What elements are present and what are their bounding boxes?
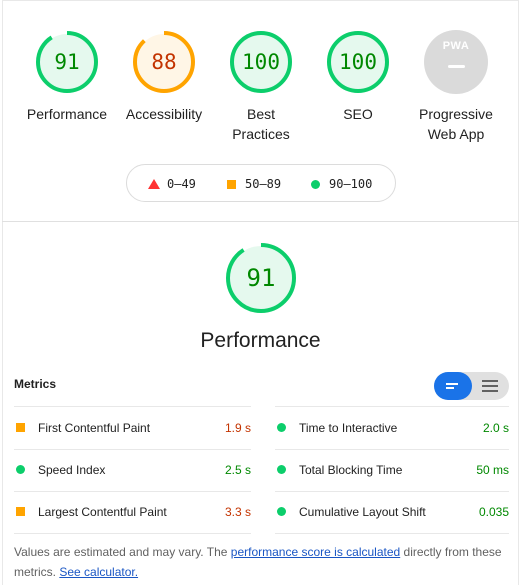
metric-time-to-interactive[interactable]: Time to Interactive 2.0 s: [275, 407, 509, 449]
pwa-badge-icon: PWA: [424, 30, 488, 94]
gauge-label-line: Practices: [232, 126, 290, 142]
gauge-label: Progressive Web App: [406, 104, 506, 144]
metric-name: Largest Contentful Paint: [38, 505, 167, 519]
performance-gauge: 91: [225, 242, 297, 314]
metrics-footnote: Values are estimated and may vary. The p…: [14, 542, 509, 582]
legend-pass-range: 90–100: [329, 177, 373, 191]
metrics-heading: Metrics: [14, 377, 57, 391]
metric-value: 2.0 s: [482, 421, 509, 435]
gauge-label-line: Progressive: [419, 106, 493, 122]
footnote-text: Values are estimated and may vary. The: [14, 545, 231, 559]
metric-name: Speed Index: [38, 463, 106, 477]
metric-largest-contentful-paint[interactable]: Largest Contentful Paint 3.3 s: [14, 491, 251, 533]
metric-value: 1.9 s: [224, 421, 251, 435]
metric-cumulative-layout-shift[interactable]: Cumulative Layout Shift 0.035: [275, 491, 509, 533]
square-icon: [227, 180, 236, 189]
gauge-pwa[interactable]: PWA Progressive Web App: [406, 30, 506, 144]
metric-value: 3.3 s: [224, 505, 251, 519]
expanded-view-button[interactable]: [472, 372, 509, 400]
metric-divider: [275, 533, 509, 534]
category-gauges: 91 Performance 88 Accessibility 100 Best…: [0, 30, 521, 150]
score-scale-legend: 0–49 50–89 90–100: [126, 164, 396, 202]
gauge-seo[interactable]: 100 SEO: [308, 30, 408, 124]
section-divider: [2, 221, 519, 222]
gauge-label: Best Practices: [211, 104, 311, 144]
metric-value: 0.035: [478, 505, 509, 519]
triangle-icon: [148, 179, 160, 189]
gauge-accessibility[interactable]: 88 Accessibility: [114, 30, 214, 124]
score-calculated-link[interactable]: performance score is calculated: [231, 545, 400, 559]
metric-name: First Contentful Paint: [38, 421, 151, 435]
metric-divider: [14, 533, 251, 534]
metric-value: 2.5 s: [224, 463, 251, 477]
compact-view-button[interactable]: [434, 372, 472, 400]
performance-title: Performance: [200, 329, 321, 352]
expanded-lines-icon: [482, 380, 498, 392]
metric-first-contentful-paint[interactable]: First Contentful Paint 1.9 s: [14, 407, 251, 449]
metrics-view-toggle: [434, 372, 509, 400]
gauge-label: Performance: [26, 106, 108, 122]
metric-name: Total Blocking Time: [299, 463, 403, 477]
metric-name: Cumulative Layout Shift: [299, 505, 426, 519]
gauge-score: 100: [339, 50, 377, 74]
see-calculator-link[interactable]: See calculator.: [59, 565, 138, 579]
gauge-score: 91: [54, 50, 80, 74]
gauge-best-practices[interactable]: 100 Best Practices: [211, 30, 311, 144]
metric-value: 50 ms: [476, 463, 509, 477]
compact-lines-icon: [446, 381, 462, 391]
metric-total-blocking-time[interactable]: Total Blocking Time 50 ms: [275, 449, 509, 491]
performance-score: 91: [246, 264, 276, 292]
gauge-label-line: Web App: [427, 126, 485, 142]
gauge-label-line: Best: [246, 106, 275, 122]
pwa-dash-icon: [448, 65, 465, 68]
metric-name: Time to Interactive: [299, 421, 398, 435]
gauge-label: Accessibility: [125, 106, 203, 122]
gauge-score: 88: [151, 50, 177, 74]
gauge-performance[interactable]: 91 Performance: [17, 30, 117, 124]
circle-icon: [311, 180, 320, 189]
gauge-label: SEO: [343, 106, 373, 122]
legend-fail-range: 0–49: [167, 177, 196, 191]
pwa-badge-text: PWA: [442, 40, 470, 52]
legend-average-range: 50–89: [245, 177, 282, 191]
gauge-score: 100: [242, 50, 280, 74]
metric-speed-index[interactable]: Speed Index 2.5 s: [14, 449, 251, 491]
